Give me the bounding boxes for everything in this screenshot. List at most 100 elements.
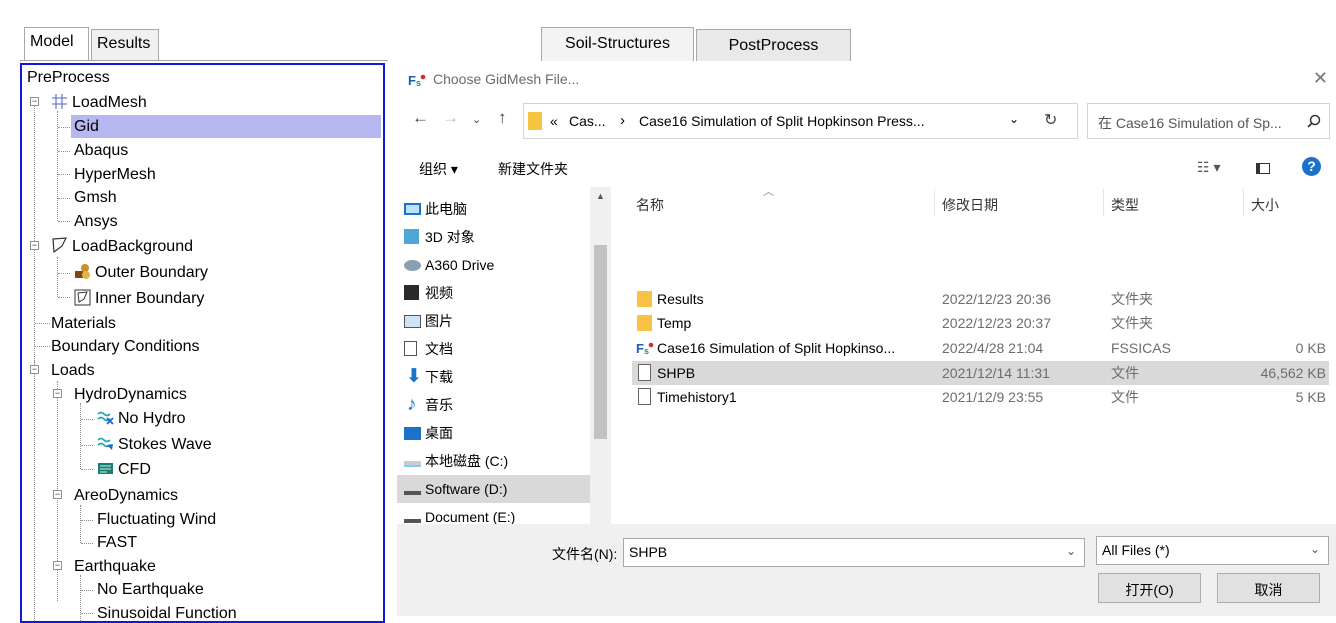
filename-input[interactable]: SHPB ⌄ xyxy=(623,538,1085,567)
tree-line xyxy=(58,174,70,175)
file-type-filter[interactable]: All Files (*) ⌄ xyxy=(1096,536,1329,565)
model-tree-panel: − − − − − − PreProcess LoadMesh Gid Abaq… xyxy=(20,63,385,623)
view-options-icon[interactable]: ☷ ▾ xyxy=(1197,159,1220,176)
tree-item-ansys[interactable]: Ansys xyxy=(74,210,118,233)
column-header-name[interactable]: 名称 xyxy=(636,195,664,215)
collapse-icon[interactable]: − xyxy=(30,241,39,250)
tree-item-abaqus[interactable]: Abaqus xyxy=(74,139,128,162)
new-folder-button[interactable]: 新建文件夹 xyxy=(498,159,568,179)
tree-item-fast[interactable]: FAST xyxy=(97,531,137,554)
column-header-date[interactable]: 修改日期 xyxy=(942,195,998,215)
organize-menu[interactable]: 组织 ▾ xyxy=(419,159,458,179)
tree-item-cfd[interactable]: CFD xyxy=(97,458,151,481)
tree-item-label: Materials xyxy=(51,315,116,332)
address-overflow[interactable]: « xyxy=(550,113,558,129)
tree-item-boundary-conditions[interactable]: Boundary Conditions xyxy=(51,335,200,358)
collapse-icon[interactable]: − xyxy=(30,365,39,374)
tree-item-label: HydroDynamics xyxy=(74,386,187,403)
tree-item-earthquake[interactable]: Earthquake xyxy=(74,555,156,578)
address-bar[interactable]: « Cas... › Case16 Simulation of Split Ho… xyxy=(523,103,1078,139)
tree-item-stokes-wave[interactable]: Stokes Wave xyxy=(97,433,212,456)
nav-item-a360-drive[interactable]: A360 Drive xyxy=(397,251,590,279)
nav-scrollbar[interactable]: ▲ ▼ xyxy=(590,187,611,580)
tree-item-no-hydro[interactable]: No Hydro xyxy=(97,407,186,430)
help-icon[interactable]: ? xyxy=(1302,157,1321,176)
svg-text:F: F xyxy=(408,73,416,88)
scrollbar-thumb[interactable] xyxy=(594,245,607,439)
collapse-icon[interactable]: − xyxy=(53,490,62,499)
address-crumb-2[interactable]: Case16 Simulation of Split Hopkinson Pre… xyxy=(639,113,925,129)
tab-model-label: Model xyxy=(30,33,74,50)
up-arrow-icon[interactable]: ↑ xyxy=(498,108,507,128)
tree-item-materials[interactable]: Materials xyxy=(51,312,116,335)
tree-item-label: HyperMesh xyxy=(74,166,156,183)
nav-item-videos[interactable]: 视频 xyxy=(397,279,590,307)
refresh-icon[interactable]: ↻ xyxy=(1044,110,1057,130)
tab-soil-structures[interactable]: Soil-Structures xyxy=(541,27,694,61)
nav-item-3d-objects[interactable]: 3D 对象 xyxy=(397,223,590,251)
search-input[interactable]: 在 Case16 Simulation of Sp... xyxy=(1087,103,1330,139)
nav-item-documents[interactable]: 文档 xyxy=(397,335,590,363)
cancel-button[interactable]: 取消 xyxy=(1217,573,1320,603)
tree-item-areodynamics[interactable]: AreoDynamics xyxy=(74,484,178,507)
open-button[interactable]: 打开(O) xyxy=(1098,573,1201,603)
tree-item-sinusoidal-function[interactable]: Sinusoidal Function xyxy=(97,602,237,621)
nav-item-pictures[interactable]: 图片 xyxy=(397,307,590,335)
tab-results[interactable]: Results xyxy=(91,29,159,60)
tree-item-hypermesh[interactable]: HyperMesh xyxy=(74,163,156,186)
nav-item-software-d[interactable]: Software (D:) xyxy=(397,475,590,503)
column-header-size[interactable]: 大小 xyxy=(1251,195,1279,215)
file-date: 2022/12/23 20:37 xyxy=(942,315,1051,331)
tree-item-label: FAST xyxy=(97,534,138,551)
nav-item-this-pc[interactable]: 此电脑 xyxy=(397,195,590,223)
tree-line xyxy=(34,361,35,621)
nav-item-local-disk-c[interactable]: 本地磁盘 (C:) xyxy=(397,447,590,475)
file-row[interactable]: Timehistory1 2021/12/9 23:55 文件 5 KB xyxy=(632,385,1329,409)
file-name: Results xyxy=(657,291,704,307)
tree-item-loadmesh[interactable]: LoadMesh xyxy=(51,91,147,114)
tab-label: Soil-Structures xyxy=(565,35,670,52)
preview-pane-icon[interactable] xyxy=(1256,163,1270,174)
collapse-icon[interactable]: − xyxy=(53,389,62,398)
tree-item-gid[interactable]: Gid xyxy=(71,115,381,138)
file-row[interactable]: Results 2022/12/23 20:36 文件夹 xyxy=(632,287,1329,311)
tree-item-hydrodynamics[interactable]: HydroDynamics xyxy=(74,383,187,406)
tab-postprocess[interactable]: PostProcess xyxy=(696,29,851,61)
tab-model[interactable]: Model xyxy=(24,27,89,61)
back-arrow-icon[interactable]: ← xyxy=(412,108,429,128)
tree-item-loads[interactable]: Loads xyxy=(51,359,95,382)
tree-item-loadbackground[interactable]: LoadBackground xyxy=(51,235,193,258)
tree-item-outer-boundary[interactable]: Outer Boundary xyxy=(74,261,208,284)
nav-item-downloads[interactable]: ⬇ 下载 xyxy=(397,363,590,391)
recent-chevron-icon[interactable]: ⌄ xyxy=(472,113,481,126)
nav-item-desktop[interactable]: 桌面 xyxy=(397,419,590,447)
tree-item-fluctuating-wind[interactable]: Fluctuating Wind xyxy=(97,508,216,531)
filename-value: SHPB xyxy=(629,544,668,560)
chevron-down-icon[interactable]: ⌄ xyxy=(1066,544,1076,558)
forward-arrow-icon[interactable]: → xyxy=(442,108,459,128)
tree-item-no-earthquake[interactable]: No Earthquake xyxy=(97,578,204,601)
filename-label: 文件名(N): xyxy=(552,546,618,562)
nav-label: 桌面 xyxy=(425,425,453,441)
chevron-down-icon[interactable]: ⌄ xyxy=(1009,112,1019,126)
scroll-up-icon[interactable]: ▲ xyxy=(596,191,605,201)
nav-item-music[interactable]: ♪ 音乐 xyxy=(397,391,590,419)
fssicas-file-icon: F s xyxy=(636,341,654,356)
collapse-icon[interactable]: − xyxy=(30,97,39,106)
tree-item-inner-boundary[interactable]: Inner Boundary xyxy=(74,287,204,310)
file-row[interactable]: F s Case16 Simulation of Split Hopkinso.… xyxy=(632,336,1329,360)
column-header-type[interactable]: 类型 xyxy=(1111,195,1139,215)
file-row[interactable]: Temp 2022/12/23 20:37 文件夹 xyxy=(632,311,1329,335)
tree-line xyxy=(58,221,70,222)
button-label: 打开(O) xyxy=(1125,582,1174,598)
chevron-down-icon[interactable]: ⌄ xyxy=(1310,542,1320,556)
tree-item-label: CFD xyxy=(118,461,151,478)
dialog-toolbar: 组织 ▾ 新建文件夹 ☷ ▾ ? xyxy=(397,150,1336,186)
cube-icon xyxy=(404,229,419,244)
tree-item-preprocess[interactable]: PreProcess xyxy=(27,66,110,89)
tree-item-gmsh[interactable]: Gmsh xyxy=(74,186,117,209)
close-icon[interactable]: ✕ xyxy=(1313,68,1328,89)
address-crumb-1[interactable]: Cas... xyxy=(569,113,606,129)
collapse-icon[interactable]: − xyxy=(53,561,62,570)
file-row-selected[interactable]: SHPB 2021/12/14 11:31 文件 46,562 KB xyxy=(632,361,1329,385)
